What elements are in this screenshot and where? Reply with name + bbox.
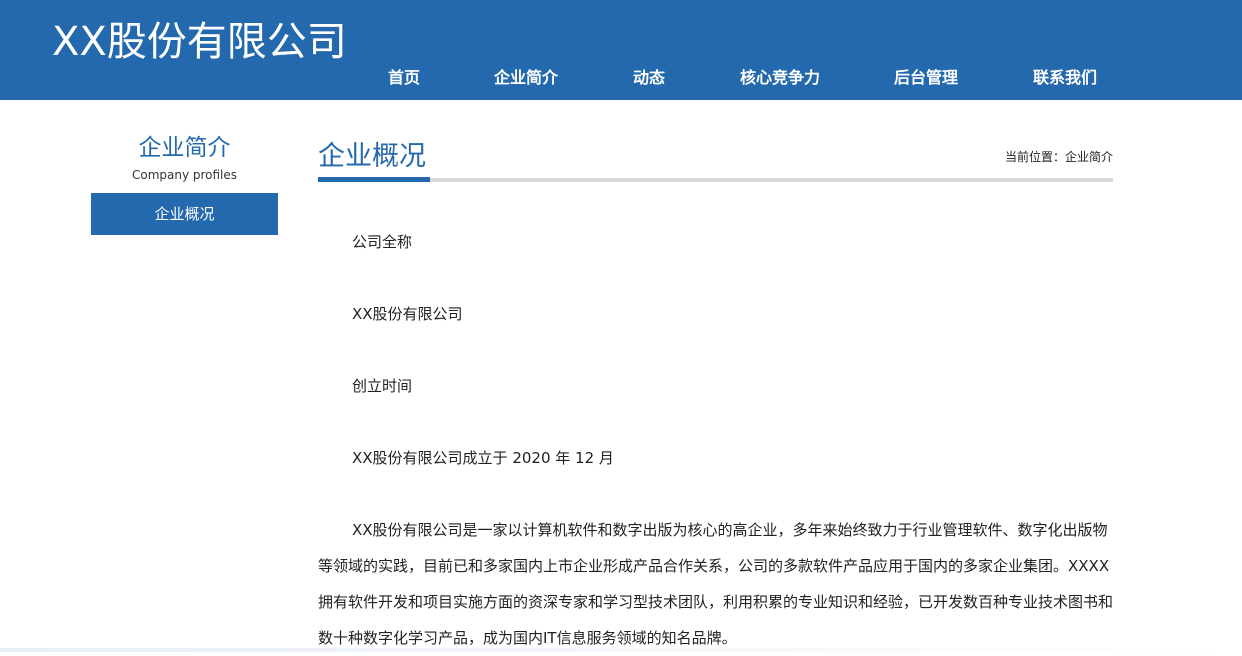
title-divider bbox=[318, 178, 1113, 182]
content-header: 企业概况 当前位置：企业简介 bbox=[318, 136, 1113, 182]
paragraph-company-name: XX股份有限公司 bbox=[352, 305, 463, 323]
sidebar-title: 企业简介 bbox=[138, 135, 231, 161]
nav-home[interactable]: 首页 bbox=[388, 64, 420, 92]
page-bottom-edge bbox=[0, 648, 1242, 652]
sidebar: 企业简介 Company profiles 企业概况 bbox=[91, 132, 278, 235]
paragraph-founded-label: 创立时间 bbox=[352, 377, 413, 395]
main-nav: 首页 企业简介 动态 核心竞争力 后台管理 联系我们 bbox=[0, 64, 1242, 94]
nav-core-competence[interactable]: 核心竞争力 bbox=[740, 64, 820, 92]
breadcrumb: 当前位置：企业简介 bbox=[1004, 150, 1113, 164]
nav-company-profile[interactable]: 企业简介 bbox=[494, 64, 558, 92]
nav-admin[interactable]: 后台管理 bbox=[894, 64, 958, 92]
title-underline-accent bbox=[318, 177, 430, 182]
nav-contact[interactable]: 联系我们 bbox=[1033, 64, 1097, 92]
paragraph-company-name-label: 公司全称 bbox=[352, 233, 413, 251]
paragraph-company-description: XX股份有限公司是一家以计算机软件和数字出版为核心的高企业，多年来始终致力于行业… bbox=[318, 521, 1114, 647]
nav-news[interactable]: 动态 bbox=[633, 64, 665, 92]
sidebar-subtitle: Company profiles bbox=[131, 168, 238, 182]
paragraph-founded-date: XX股份有限公司成立于 2020 年 12 月 bbox=[352, 449, 614, 467]
site-logo[interactable]: XX股份有限公司 bbox=[52, 18, 347, 66]
site-header: XX股份有限公司 首页 企业简介 动态 核心竞争力 后台管理 联系我们 bbox=[0, 0, 1242, 100]
page-title: 企业概况 bbox=[318, 141, 426, 172]
sidebar-item-overview[interactable]: 企业概况 bbox=[91, 193, 278, 235]
